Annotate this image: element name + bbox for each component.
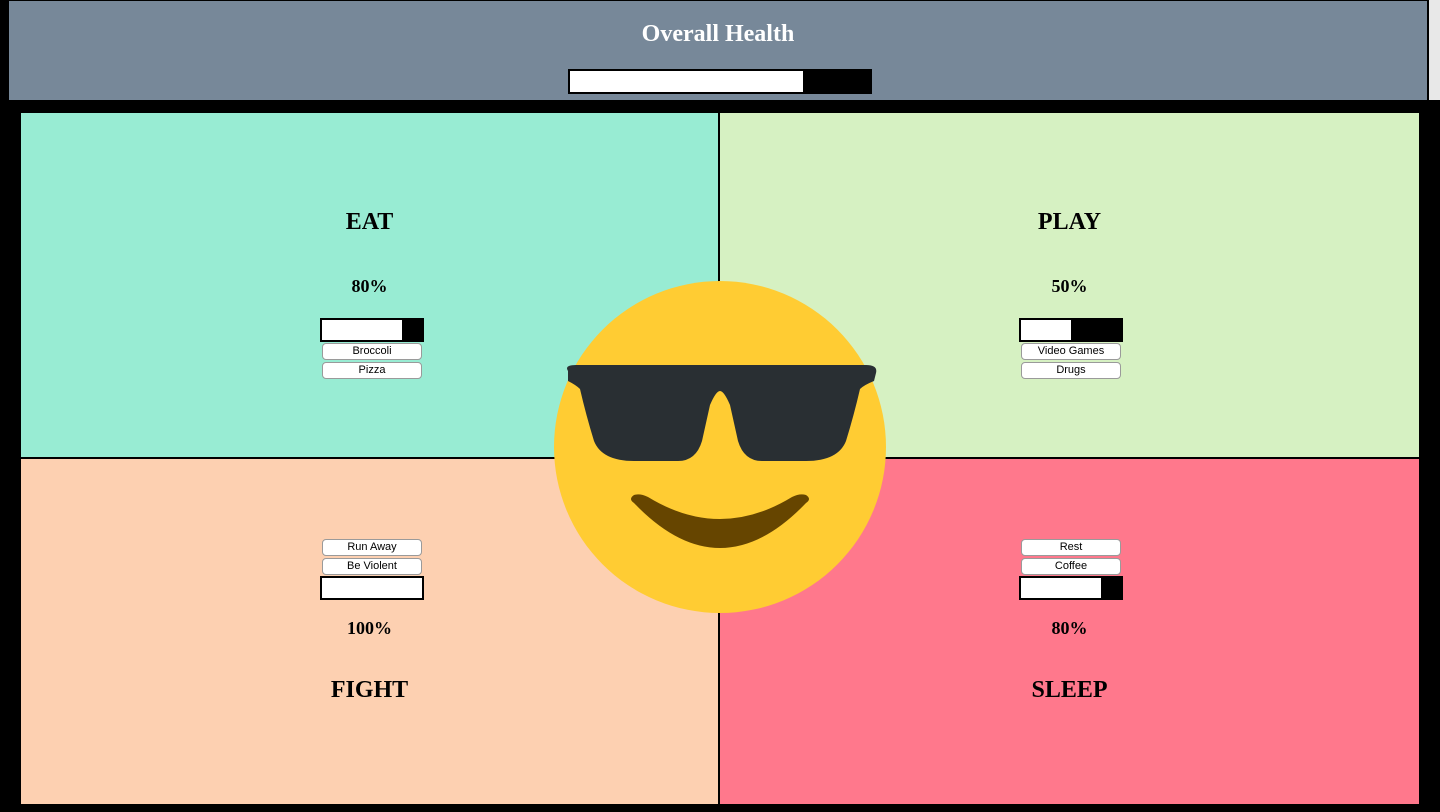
overall-health-title: Overall Health (641, 21, 795, 47)
sleep-label: SLEEP (1031, 677, 1108, 703)
drugs-button[interactable]: Drugs (1021, 362, 1121, 379)
fight-meter (320, 576, 424, 600)
overall-health-header: Overall Health (9, 1, 1427, 100)
sleep-meter (1019, 576, 1123, 600)
fight-meter-fill (322, 578, 422, 598)
play-meter-fill (1021, 320, 1071, 340)
pizza-button[interactable]: Pizza (322, 362, 422, 379)
rest-button[interactable]: Rest (1021, 539, 1121, 556)
eat-meter-fill (322, 320, 402, 340)
smiling-face-with-sunglasses-icon (554, 281, 886, 613)
broccoli-button[interactable]: Broccoli (322, 343, 422, 360)
overall-health-bar-fill (570, 71, 803, 92)
run-away-button[interactable]: Run Away (322, 539, 422, 556)
overall-health-bar (568, 69, 872, 94)
face-svg (554, 281, 886, 613)
scrollbar[interactable] (1429, 0, 1440, 100)
fight-percent: 100% (347, 618, 392, 638)
eat-label: EAT (345, 209, 394, 235)
coffee-button[interactable]: Coffee (1021, 558, 1121, 575)
video-games-button[interactable]: Video Games (1021, 343, 1121, 360)
sleep-meter-fill (1021, 578, 1101, 598)
play-label: PLAY (1037, 209, 1102, 235)
fight-label: FIGHT (330, 677, 409, 703)
eat-meter (320, 318, 424, 342)
play-meter (1019, 318, 1123, 342)
be-violent-button[interactable]: Be Violent (322, 558, 422, 575)
sleep-percent: 80% (1051, 618, 1088, 638)
